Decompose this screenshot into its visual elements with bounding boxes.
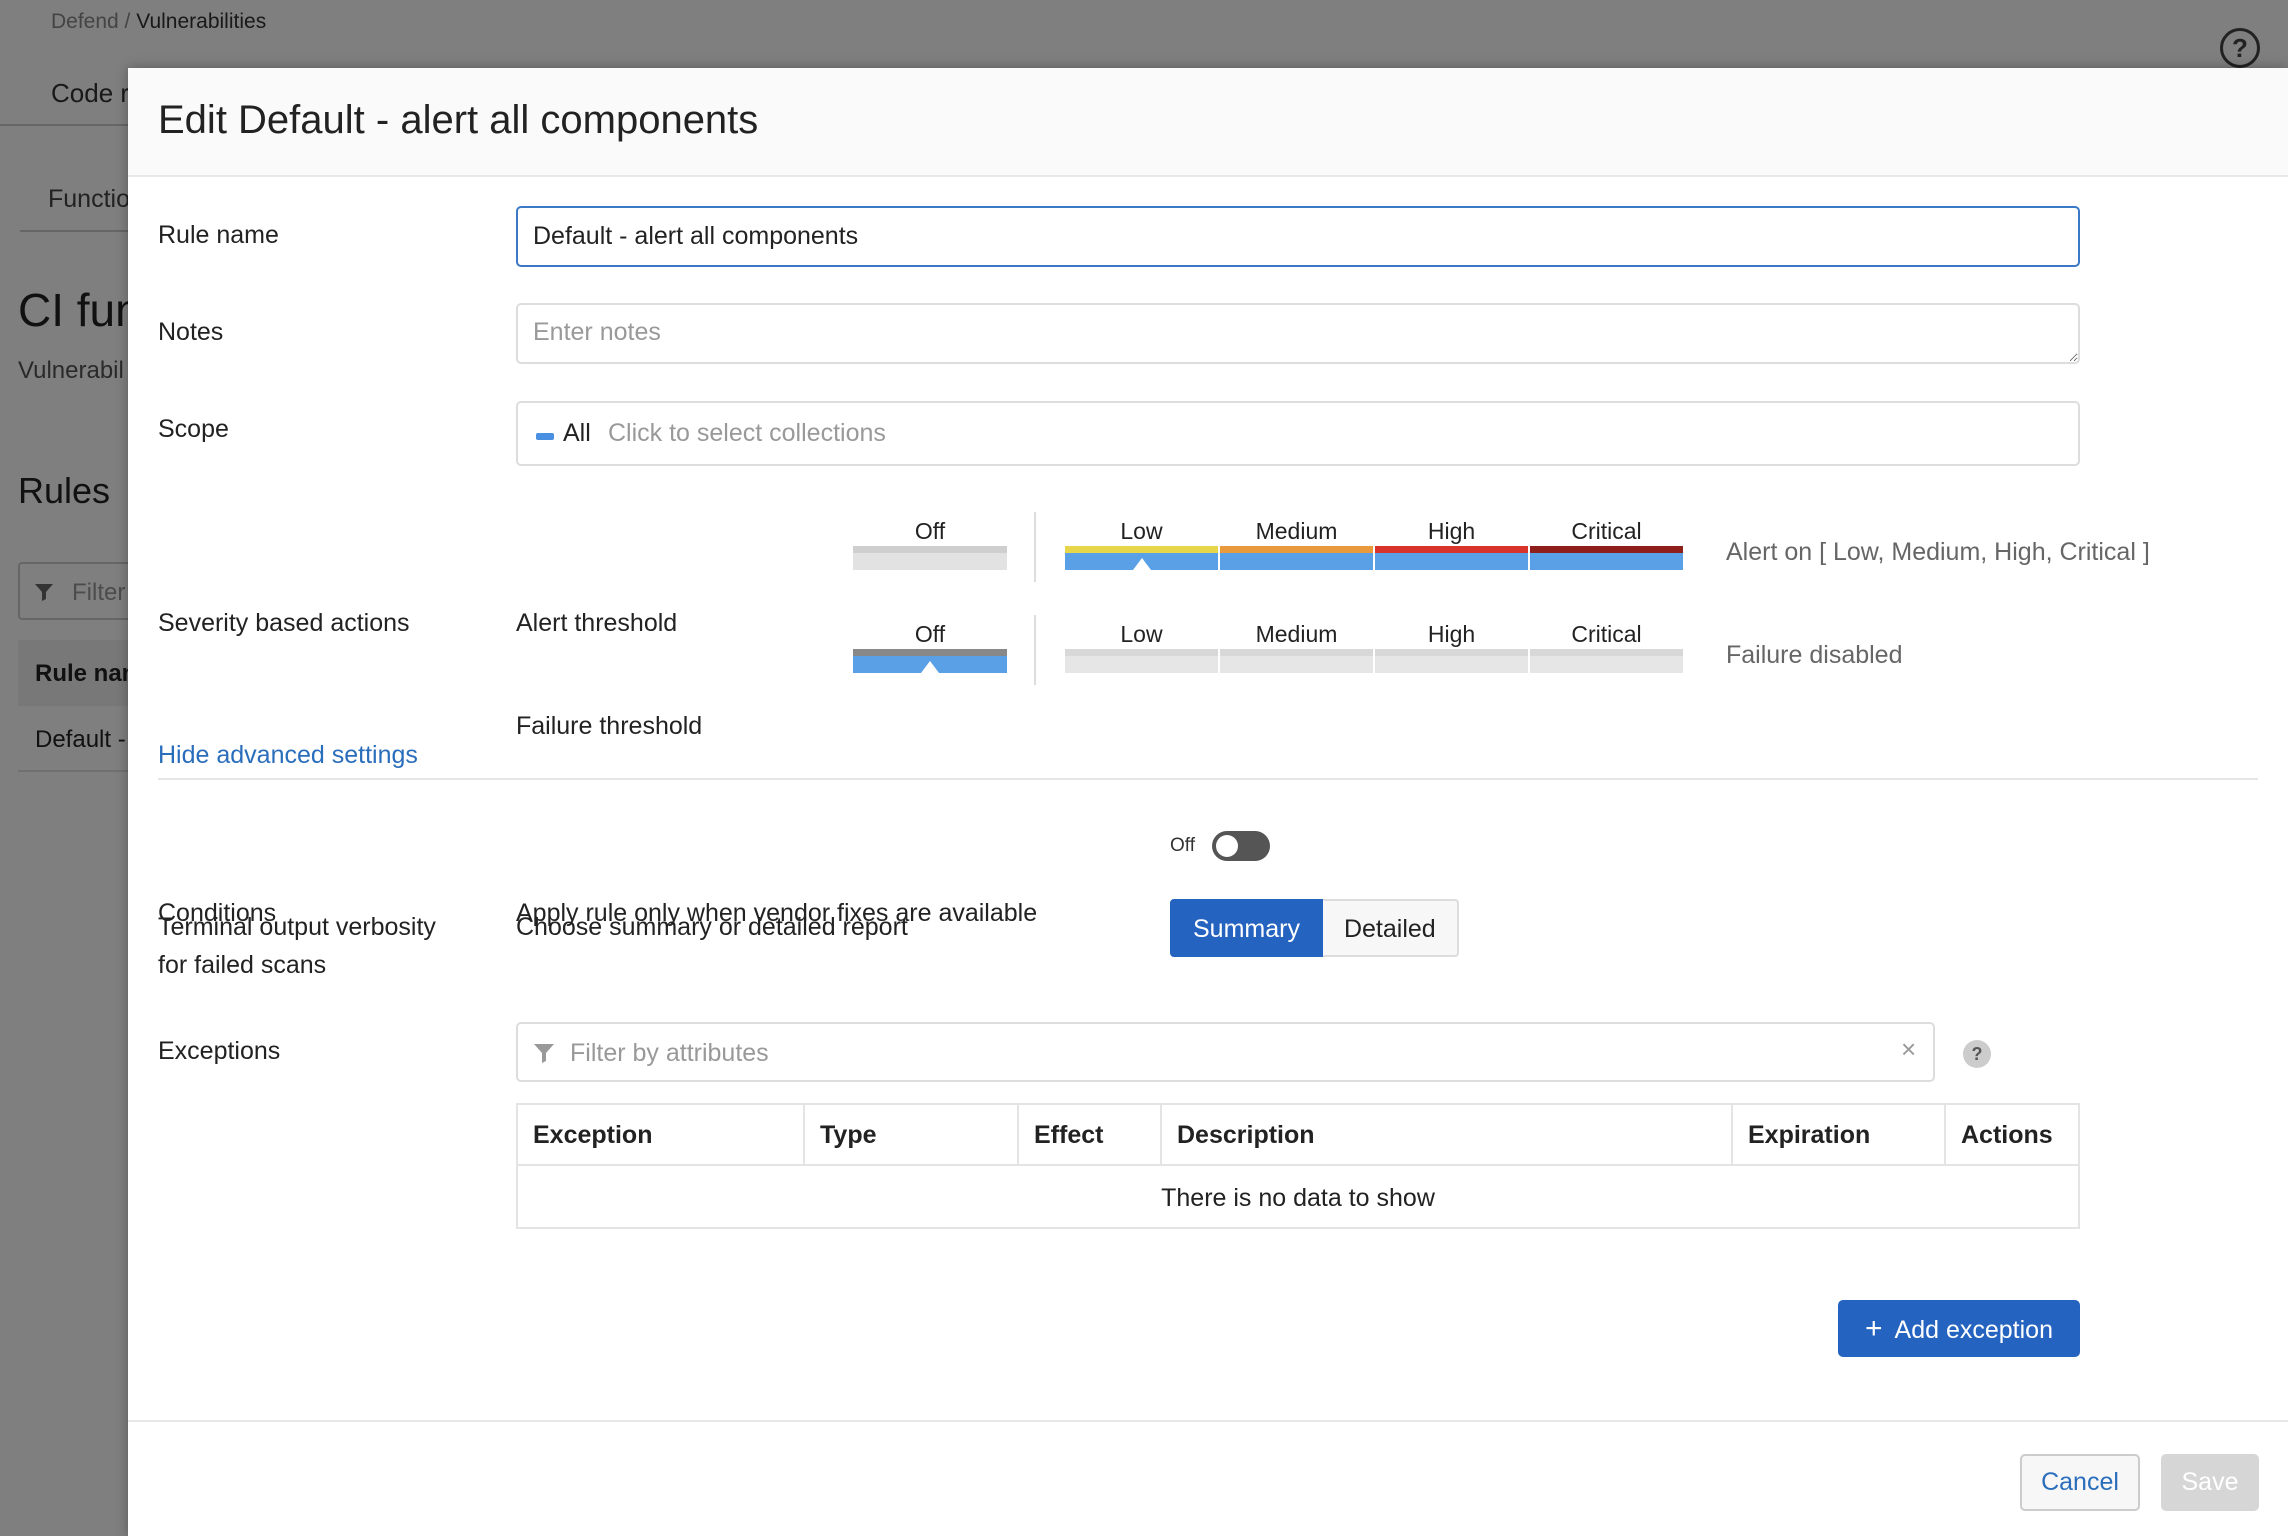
failure-threshold-label: Failure threshold	[516, 712, 703, 740]
verbosity-label-line2: for failed scans	[158, 951, 327, 979]
alert-selected-caret	[1133, 558, 1151, 570]
alert-high-bar	[1375, 546, 1528, 553]
dialog-footer-divider	[128, 1420, 2288, 1422]
clear-filter-icon[interactable]: ×	[1901, 1034, 1916, 1065]
alert-critical-track	[1530, 553, 1683, 570]
notes-label: Notes	[158, 318, 224, 346]
add-exception-button[interactable]: + Add exception	[1838, 1300, 2080, 1357]
column-actions: Actions	[1961, 1121, 2053, 1149]
plus-icon: +	[1865, 1312, 1883, 1345]
failure-medium-label: Medium	[1255, 621, 1338, 647]
alert-status-text: Alert on [ Low, Medium, High, Critical ]	[1726, 538, 2150, 566]
save-button[interactable]: Save	[2161, 1454, 2259, 1511]
failure-low-bar	[1065, 649, 1218, 656]
scope-all-tag: All	[563, 419, 591, 447]
help-icon[interactable]: ?	[1963, 1040, 1991, 1068]
alert-threshold-medium[interactable]: Medium	[1220, 518, 1373, 570]
failure-off-bar	[853, 649, 1007, 656]
column-exception[interactable]: Exception	[518, 1105, 805, 1166]
toggle-state-label: Off	[1170, 835, 1195, 856]
exceptions-table-header: Exception Type Effect Description Expira…	[518, 1105, 2078, 1166]
failure-critical-bar	[1530, 649, 1683, 656]
toggle-knob	[1216, 835, 1238, 857]
alert-high-label: High	[1427, 518, 1476, 544]
alert-off-bar	[853, 546, 1007, 553]
failure-threshold-low[interactable]: Low	[1065, 621, 1218, 673]
scope-placeholder: Click to select collections	[608, 419, 886, 447]
summary-button[interactable]: Summary	[1170, 899, 1323, 957]
alert-medium-bar	[1220, 546, 1373, 553]
column-description[interactable]: Description	[1162, 1105, 1733, 1166]
edit-rule-dialog: Edit Default - alert all components Rule…	[128, 68, 2288, 1536]
empty-state-text: There is no data to show	[1161, 1184, 1435, 1212]
verbosity-description: Choose summary or detailed report	[516, 913, 908, 941]
advanced-divider	[158, 778, 2258, 780]
failure-threshold-high[interactable]: High	[1375, 621, 1528, 673]
severity-actions-label: Severity based actions	[158, 609, 410, 637]
exceptions-filter-input[interactable]: Filter by attributes ×	[516, 1022, 1935, 1082]
failure-threshold-divider	[1034, 615, 1036, 685]
collection-color-chip	[536, 433, 554, 440]
failure-threshold-medium[interactable]: Medium	[1220, 621, 1373, 673]
alert-threshold-divider	[1034, 512, 1036, 582]
alert-low-bar	[1065, 546, 1218, 553]
failure-selected-caret	[921, 661, 939, 673]
failure-low-label: Low	[1120, 621, 1163, 647]
failure-low-track	[1065, 656, 1218, 673]
alert-threshold-critical[interactable]: Critical	[1530, 518, 1683, 570]
exceptions-filter-placeholder: Filter by attributes	[570, 1039, 769, 1067]
scope-label: Scope	[158, 415, 229, 443]
add-exception-label: Add exception	[1894, 1316, 2053, 1344]
alert-threshold-label: Alert threshold	[516, 609, 678, 637]
failure-off-label: Off	[914, 621, 946, 647]
column-type[interactable]: Type	[805, 1105, 1019, 1166]
alert-threshold-low[interactable]: Low	[1065, 518, 1218, 570]
hide-advanced-settings-link[interactable]: Hide advanced settings	[158, 741, 418, 770]
rule-name-input[interactable]	[516, 206, 2080, 267]
scope-selector[interactable]: All Click to select collections	[516, 401, 2080, 466]
exceptions-table: Exception Type Effect Description Expira…	[516, 1103, 2080, 1229]
failure-high-track	[1375, 656, 1528, 673]
failure-high-label: High	[1427, 621, 1476, 647]
failure-high-bar	[1375, 649, 1528, 656]
vendor-fixes-toggle[interactable]	[1212, 831, 1270, 861]
detailed-button[interactable]: Detailed	[1322, 899, 1459, 957]
column-expiration[interactable]: Expiration	[1733, 1105, 1946, 1166]
alert-medium-label: Medium	[1255, 518, 1338, 544]
failure-threshold-critical[interactable]: Critical	[1530, 621, 1683, 673]
alert-low-label: Low	[1120, 518, 1163, 544]
exceptions-label: Exceptions	[158, 1037, 281, 1065]
alert-off-track	[853, 553, 1007, 570]
alert-off-label: Off	[914, 518, 946, 544]
failure-medium-track	[1220, 656, 1373, 673]
dialog-title: Edit Default - alert all components	[158, 98, 759, 142]
alert-medium-track	[1220, 553, 1373, 570]
alert-critical-bar	[1530, 546, 1683, 553]
alert-critical-label: Critical	[1571, 518, 1642, 544]
column-effect[interactable]: Effect	[1019, 1105, 1162, 1166]
verbosity-toggle-group: Summary Detailed	[1170, 899, 1459, 957]
rule-name-label: Rule name	[158, 221, 279, 249]
dialog-header: Edit Default - alert all components	[128, 68, 2288, 177]
notes-field[interactable]	[516, 303, 2080, 364]
alert-threshold-off[interactable]: Off	[853, 518, 1007, 570]
filter-icon	[534, 1044, 554, 1063]
failure-medium-bar	[1220, 649, 1373, 656]
verbosity-label-line1: Terminal output verbosity	[158, 913, 436, 941]
failure-critical-track	[1530, 656, 1683, 673]
alert-threshold-high[interactable]: High	[1375, 518, 1528, 570]
failure-status-text: Failure disabled	[1726, 641, 1903, 669]
alert-high-track	[1375, 553, 1528, 570]
failure-threshold-off[interactable]: Off	[853, 621, 1007, 673]
failure-critical-label: Critical	[1571, 621, 1642, 647]
cancel-button[interactable]: Cancel	[2020, 1454, 2140, 1511]
